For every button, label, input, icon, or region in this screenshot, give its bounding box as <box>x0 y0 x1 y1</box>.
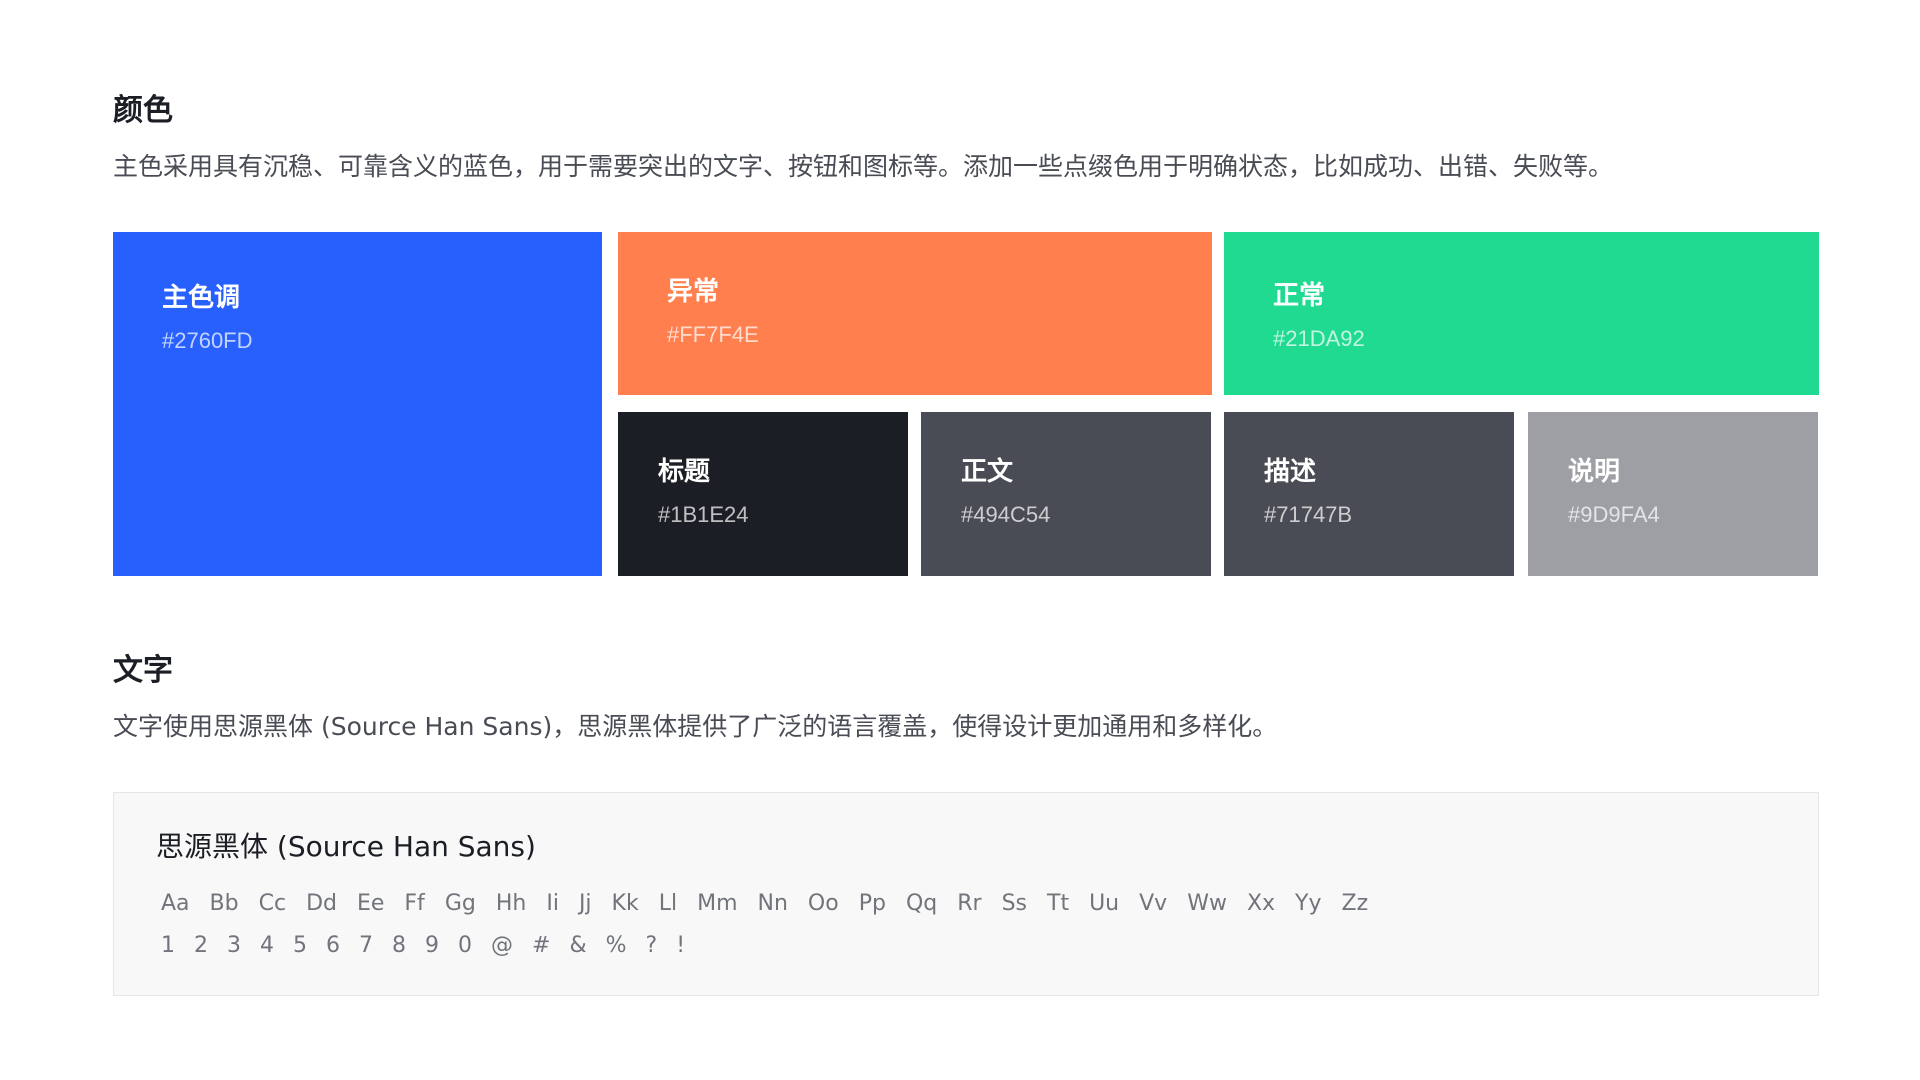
glyph: Zz <box>1341 891 1369 916</box>
glyph: % <box>605 933 627 958</box>
digit-symbol-glyph-row: 1 2 3 4 5 6 7 8 9 0 @ # &%?! <box>161 935 704 957</box>
glyph: Mm <box>697 891 738 916</box>
letter-glyph-row: Aa Bb Cc Dd Ee Ff Gg Hh Ii Jj Kk Ll Mm Nn Oo Pp Qq Rr Ss Tt… <box>161 893 1388 915</box>
glyph: Oo <box>807 891 839 916</box>
glyph: Rr <box>957 891 982 916</box>
glyph: # <box>532 933 551 958</box>
swatch-name: 标题 <box>658 457 711 487</box>
swatch-primary: 主色调 #2760FD <box>113 232 602 576</box>
glyph: Qq <box>905 891 938 916</box>
glyph: 0 <box>458 933 472 958</box>
colors-section-title: 颜色 <box>113 93 173 128</box>
swatch-hex: #9D9FA4 <box>1568 502 1660 527</box>
glyph: Ww <box>1187 891 1227 916</box>
swatch-hex: #2760FD <box>162 328 253 353</box>
glyph: 1 <box>161 933 175 958</box>
glyph: & <box>569 933 587 958</box>
text-section-description: 文字使用思源黑体 (Source Han Sans)，思源黑体提供了广泛的语言覆… <box>113 712 1278 741</box>
glyph: Ss <box>1001 891 1027 916</box>
glyph: 3 <box>227 933 241 958</box>
glyph: 5 <box>293 933 307 958</box>
glyph: Uu <box>1089 891 1120 916</box>
swatch-name: 正文 <box>961 457 1014 487</box>
glyph: Xx <box>1246 891 1276 916</box>
glyph: Dd <box>306 891 337 916</box>
swatch-error: 异常 #FF7F4E <box>618 232 1212 395</box>
glyph: @ <box>491 933 513 958</box>
swatch-body: 正文 #494C54 <box>921 412 1211 576</box>
swatch-name: 异常 <box>667 277 720 307</box>
swatch-hex: #21DA92 <box>1273 326 1365 351</box>
glyph: Tt <box>1047 891 1070 916</box>
glyph: 2 <box>194 933 208 958</box>
glyph: 4 <box>260 933 274 958</box>
swatch-title: 标题 #1B1E24 <box>618 412 908 576</box>
glyph: Kk <box>611 891 639 916</box>
swatch-note: 说明 #9D9FA4 <box>1528 412 1818 576</box>
glyph: Ii <box>546 891 559 916</box>
swatch-success: 正常 #21DA92 <box>1224 232 1819 395</box>
glyph: Ee <box>356 891 385 916</box>
glyph: Ff <box>404 891 425 916</box>
swatch-name: 正常 <box>1273 281 1326 311</box>
glyph: Pp <box>858 891 886 916</box>
swatch-description: 描述 #71747B <box>1224 412 1514 576</box>
swatch-hex: #71747B <box>1264 502 1353 527</box>
font-sample-card: 思源黑体 (Source Han Sans) Aa Bb Cc Dd Ee Ff Gg Hh I… <box>113 792 1819 996</box>
swatch-hex: #494C54 <box>961 502 1051 527</box>
colors-section-description: 主色采用具有沉稳、可靠含义的蓝色，用于需要突出的文字、按钮和图标等。添加一些点缀… <box>113 152 1614 181</box>
glyph: Ll <box>658 891 678 916</box>
glyph: Nn <box>757 891 788 916</box>
glyph: Aa <box>161 891 190 916</box>
glyph: Vv <box>1139 891 1168 916</box>
text-section-title: 文字 <box>113 653 173 688</box>
swatch-name: 说明 <box>1568 457 1621 487</box>
glyph: ! <box>676 933 686 958</box>
glyph: 7 <box>359 933 373 958</box>
font-sample-name: 思源黑体 (Source Han Sans) <box>156 830 536 863</box>
glyph: Hh <box>495 891 527 916</box>
glyph: 6 <box>326 933 340 958</box>
swatch-name: 主色调 <box>162 283 241 313</box>
glyph: Cc <box>258 891 287 916</box>
glyph: Jj <box>578 891 592 916</box>
swatch-hex: #1B1E24 <box>658 502 749 527</box>
glyph: 8 <box>392 933 406 958</box>
glyph: Yy <box>1295 891 1322 916</box>
swatch-hex: #FF7F4E <box>667 322 759 347</box>
glyph: Gg <box>444 891 476 916</box>
glyph: ? <box>645 933 658 958</box>
glyph: Bb <box>209 891 239 916</box>
swatch-name: 描述 <box>1264 457 1317 487</box>
glyph: 9 <box>425 933 439 958</box>
